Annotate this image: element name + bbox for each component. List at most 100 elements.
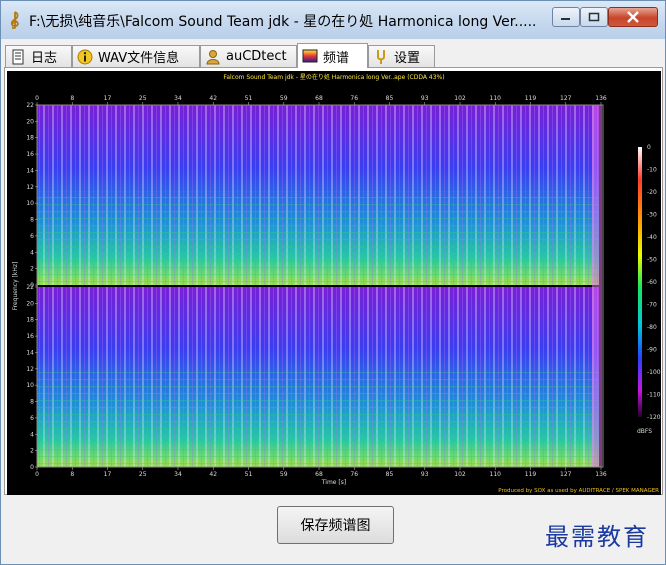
x-tick-label-top: 93: [421, 95, 429, 102]
close-button[interactable]: [608, 7, 658, 27]
spectrogram-svg: Falcom Sound Team jdk - 星の在り処 Harmonica …: [12, 73, 661, 494]
y-tick-label: 4: [30, 431, 34, 438]
tab-settings-label: 设置: [394, 51, 421, 66]
x-tick-label-bottom: 17: [104, 471, 112, 478]
colorbar-tick-label: -100: [647, 369, 661, 376]
colorbar-tick-label: -30: [647, 212, 657, 219]
x-tick-label-bottom: 51: [245, 471, 253, 478]
y-tick-label: 2: [30, 448, 34, 455]
y-tick-label: 20: [26, 300, 34, 307]
x-tick-label-top: 76: [350, 95, 358, 102]
spectrogram-view: Falcom Sound Team jdk - 星の在り処 Harmonica …: [7, 71, 661, 495]
spectrum-icon: [302, 49, 318, 63]
colorbar-tick-label: -120: [647, 414, 661, 421]
colorbar-tick-label: -10: [647, 167, 657, 174]
x-tick-label-top: 51: [245, 95, 253, 102]
y-tick-label: 2: [30, 266, 34, 273]
tuning-fork-icon: [377, 49, 385, 64]
window-title: F:\无损\纯音乐\Falcom Sound Team jdk - 星の在り処 …: [29, 14, 537, 30]
spectrogram-header: Falcom Sound Team jdk - 星の在り処 Harmonica …: [223, 73, 444, 81]
colorbar-tick-label: -20: [647, 189, 657, 196]
tab-wav-info[interactable]: WAV文件信息: [72, 45, 200, 67]
y-tick-label: 22: [26, 284, 34, 291]
y-tick-label: 12: [26, 184, 34, 191]
colorbar-tick-label: 0: [647, 144, 651, 151]
tab-aucdtect[interactable]: auCDtect: [200, 45, 297, 67]
tab-log-label: 日志: [31, 51, 58, 66]
minimize-button[interactable]: [552, 7, 580, 27]
x-tick-label-bottom: 102: [454, 471, 466, 478]
x-ticks-bottom: 0 8 17 25 34 42 51 59 68 76 85 93 102 110 119 127 136: [35, 467, 607, 478]
x-tick-label-bottom: 42: [209, 471, 217, 478]
y-tick-label: 10: [26, 382, 34, 389]
x-tick-label-top: 127: [560, 95, 572, 102]
y-tick-label: 16: [26, 151, 34, 158]
x-tick-label-top: 119: [525, 95, 537, 102]
x-tick-label-bottom: 127: [560, 471, 572, 478]
x-tick-label-top: 85: [386, 95, 394, 102]
colorbar-tick-label: -80: [647, 324, 657, 331]
colorbar: [638, 147, 642, 417]
x-tick-label-bottom: 76: [350, 471, 358, 478]
y-tick-label: 8: [30, 399, 34, 406]
app-window: F:\无损\纯音乐\Falcom Sound Team jdk - 星の在り処 …: [0, 0, 666, 565]
x-tick-label-top: 59: [280, 95, 288, 102]
x-axis-label: Time [s]: [321, 479, 346, 486]
y-tick-label: 18: [26, 135, 34, 142]
x-tick-label-bottom: 93: [421, 471, 429, 478]
tab-log[interactable]: 日志: [5, 45, 72, 67]
x-tick-label-top: 102: [454, 95, 466, 102]
log-icon: [12, 49, 24, 64]
x-tick-label-bottom: 0: [35, 471, 39, 478]
x-tick-label-top: 136: [595, 95, 607, 102]
y-tick-label: 8: [30, 217, 34, 224]
maximize-icon: [588, 12, 600, 22]
y-tick-label: 0: [30, 464, 34, 471]
colorbar-tick-label: -110: [647, 392, 661, 399]
minimize-icon: [561, 18, 570, 20]
y-tick-label: 14: [26, 349, 34, 356]
title-bar[interactable]: F:\无损\纯音乐\Falcom Sound Team jdk - 星の在り処 …: [1, 1, 665, 39]
y-tick-label: 16: [26, 333, 34, 340]
colorbar-tick-label: -70: [647, 302, 657, 309]
y-tick-label: 6: [30, 233, 34, 240]
close-icon: [627, 11, 639, 23]
y-tick-label: 14: [26, 167, 34, 174]
y-tick-label: 18: [26, 317, 34, 324]
x-ticks-top: 0 8 17 25 34 42 51 59 68 76 85 93 102 110 119 127 136: [35, 95, 607, 105]
footer-credit: Produced by SOX as used by AUDITRACE / S…: [498, 488, 659, 494]
x-tick-label-top: 0: [35, 95, 39, 102]
maximize-button[interactable]: [580, 7, 608, 27]
y-tick-label: 20: [26, 118, 34, 125]
y-tick-label: 22: [26, 102, 34, 109]
x-tick-label-bottom: 25: [139, 471, 147, 478]
channel-left-harmonics: [37, 191, 599, 285]
person-icon: [206, 49, 220, 64]
x-tick-label-bottom: 68: [315, 471, 323, 478]
y-tick-label: 6: [30, 415, 34, 422]
tab-settings[interactable]: 设置: [368, 45, 435, 67]
tab-aucdtect-label: auCDtect: [226, 49, 287, 64]
x-tick-label-bottom: 8: [70, 471, 74, 478]
x-tick-label-top: 25: [139, 95, 147, 102]
x-tick-label-bottom: 59: [280, 471, 288, 478]
x-tick-label-bottom: 34: [174, 471, 182, 478]
watermark: 最需教育: [545, 523, 649, 551]
x-tick-label-top: 110: [490, 95, 502, 102]
colorbar-tick-label: -50: [647, 257, 657, 264]
colorbar-ticks: 0 -10 -20 -30 -40 -50 -60 -70 -80 -90 -100 -110 -120: [647, 144, 661, 421]
colorbar-tick-label: -40: [647, 234, 657, 241]
x-tick-label-top: 8: [70, 95, 74, 102]
treble-clef-icon: [10, 11, 19, 29]
x-tick-label-bottom: 119: [525, 471, 537, 478]
x-tick-label-top: 42: [209, 95, 217, 102]
channel-right-harmonics: [37, 371, 599, 467]
save-spectrum-button[interactable]: 保存频谱图: [277, 506, 394, 544]
colorbar-unit: dBFS: [637, 428, 652, 435]
y-tick-label: 4: [30, 249, 34, 256]
colorbar-tick-label: -90: [647, 347, 657, 354]
x-tick-label-bottom: 85: [386, 471, 394, 478]
end-fade: [592, 105, 602, 467]
tab-spectrum[interactable]: 频谱: [297, 43, 368, 68]
x-tick-label-top: 17: [104, 95, 112, 102]
